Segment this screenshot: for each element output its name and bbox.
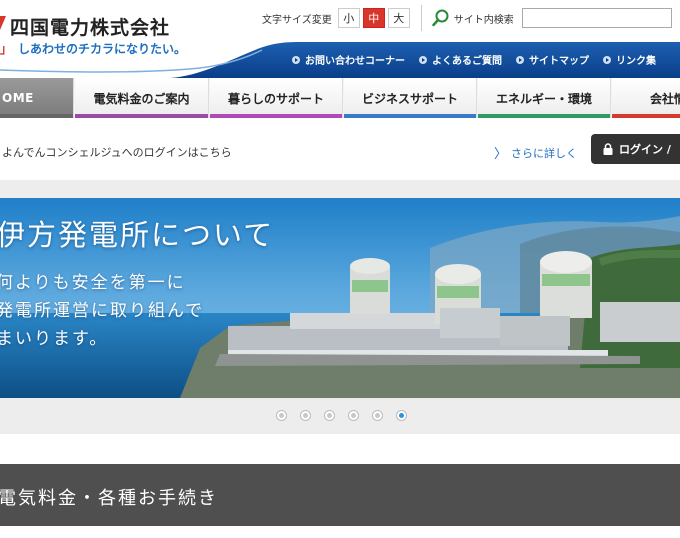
section-title: 電気料金・各種お手続き	[0, 488, 218, 509]
utility-links: お問い合わせコーナー よくあるご質問 サイトマップ リンク集	[292, 52, 656, 67]
banner-title: 伊方発電所について	[0, 218, 275, 252]
arrow-icon	[603, 55, 611, 64]
link-contact[interactable]: お問い合わせコーナー	[292, 52, 405, 67]
nav-home-label: OME	[2, 91, 34, 105]
company-name: 四国電力株式会社	[10, 17, 171, 39]
nav-living-support-bar	[210, 114, 342, 118]
carousel-dot[interactable]	[300, 410, 311, 421]
login-button-label: ログイン /	[619, 143, 671, 156]
nav-home-bar	[0, 114, 73, 118]
nav-business-support-label: ビジネスサポート	[361, 91, 458, 106]
font-size-medium-button[interactable]: 中	[362, 8, 385, 28]
nav-energy-environment-label: エネルギー・環境	[495, 91, 592, 106]
nav-company-info-label: 会社情	[650, 91, 680, 106]
login-button[interactable]: ログイン /	[591, 134, 680, 164]
chevron-right-icon: 〉	[494, 147, 508, 162]
link-faq[interactable]: よくあるご質問	[419, 52, 502, 67]
site-header: 四国電力株式会社 」しあわせのチカラになりたい。 文字サイズ変更 小 中 大 サ…	[0, 0, 680, 78]
arrow-icon	[292, 55, 300, 64]
carousel-dots	[276, 410, 407, 421]
carousel-dot[interactable]	[324, 410, 335, 421]
banner-line-2: 発電所運営に取り組んで	[0, 301, 205, 321]
banner-line-3: まいります。	[0, 329, 109, 349]
nav-business-support-bar	[344, 114, 476, 118]
nav-electricity-rates[interactable]: 電気料金のご案内	[75, 78, 209, 118]
carousel-dot-active[interactable]	[396, 410, 407, 421]
banner-line-1: 何よりも安全を第一に	[0, 273, 186, 293]
nav-company-info[interactable]: 会社情	[612, 78, 680, 118]
nav-energy-environment-bar	[478, 114, 610, 118]
arrow-icon	[419, 55, 427, 64]
link-contact-label: お問い合わせコーナー	[305, 56, 405, 67]
logo-mark-icon	[0, 16, 6, 30]
section-header: 電気料金・各種お手続き	[0, 464, 680, 526]
link-faq-label: よくあるご質問	[432, 56, 502, 67]
site-search-label: サイト内検索	[453, 14, 514, 26]
nav-business-support[interactable]: ビジネスサポート	[344, 78, 477, 118]
nav-electricity-rates-label: 電気料金のご案内	[93, 91, 190, 106]
main-nav: OME 電気料金のご案内 暮らしのサポート ビジネスサポート エネルギー・環境 …	[0, 78, 680, 118]
nav-company-info-bar	[612, 114, 680, 118]
link-sitemap[interactable]: サイトマップ	[516, 52, 589, 67]
utility-topbar: 文字サイズ変更 小 中 大 サイト内検索	[252, 4, 672, 32]
lock-icon	[603, 143, 613, 155]
font-size-small-button[interactable]: 小	[337, 8, 360, 28]
search-icon[interactable]	[431, 9, 450, 27]
link-links-label: リンク集	[616, 56, 656, 67]
link-sitemap-label: サイトマップ	[529, 56, 589, 67]
carousel-dot[interactable]	[348, 410, 359, 421]
carousel-dot[interactable]	[276, 410, 287, 421]
nav-home[interactable]: OME	[0, 78, 74, 118]
link-links[interactable]: リンク集	[603, 52, 656, 67]
hero-banner[interactable]: 伊方発電所について 何よりも安全を第一に 発電所運営に取り組んで まいります。	[0, 198, 680, 398]
nav-living-support-label: 暮らしのサポート	[227, 91, 324, 106]
arrow-icon	[516, 55, 524, 64]
more-details-label: さらに詳しく	[511, 146, 578, 160]
carousel-dot[interactable]	[372, 410, 383, 421]
concierge-login-strip: よんでんコンシェルジュへのログインはこちら 〉 さらに詳しく ログイン /	[0, 122, 680, 178]
more-details-link[interactable]: 〉 さらに詳しく	[494, 143, 578, 163]
site-search-input[interactable]	[521, 8, 672, 28]
font-size-label: 文字サイズ変更	[262, 14, 332, 26]
nav-energy-environment[interactable]: エネルギー・環境	[478, 78, 611, 118]
nav-living-support[interactable]: 暮らしのサポート	[210, 78, 343, 118]
concierge-text: よんでんコンシェルジュへのログインはこちら	[2, 146, 232, 159]
font-size-large-button[interactable]: 大	[387, 8, 410, 28]
nav-electricity-rates-bar	[75, 114, 208, 118]
topbar-divider	[420, 5, 422, 31]
